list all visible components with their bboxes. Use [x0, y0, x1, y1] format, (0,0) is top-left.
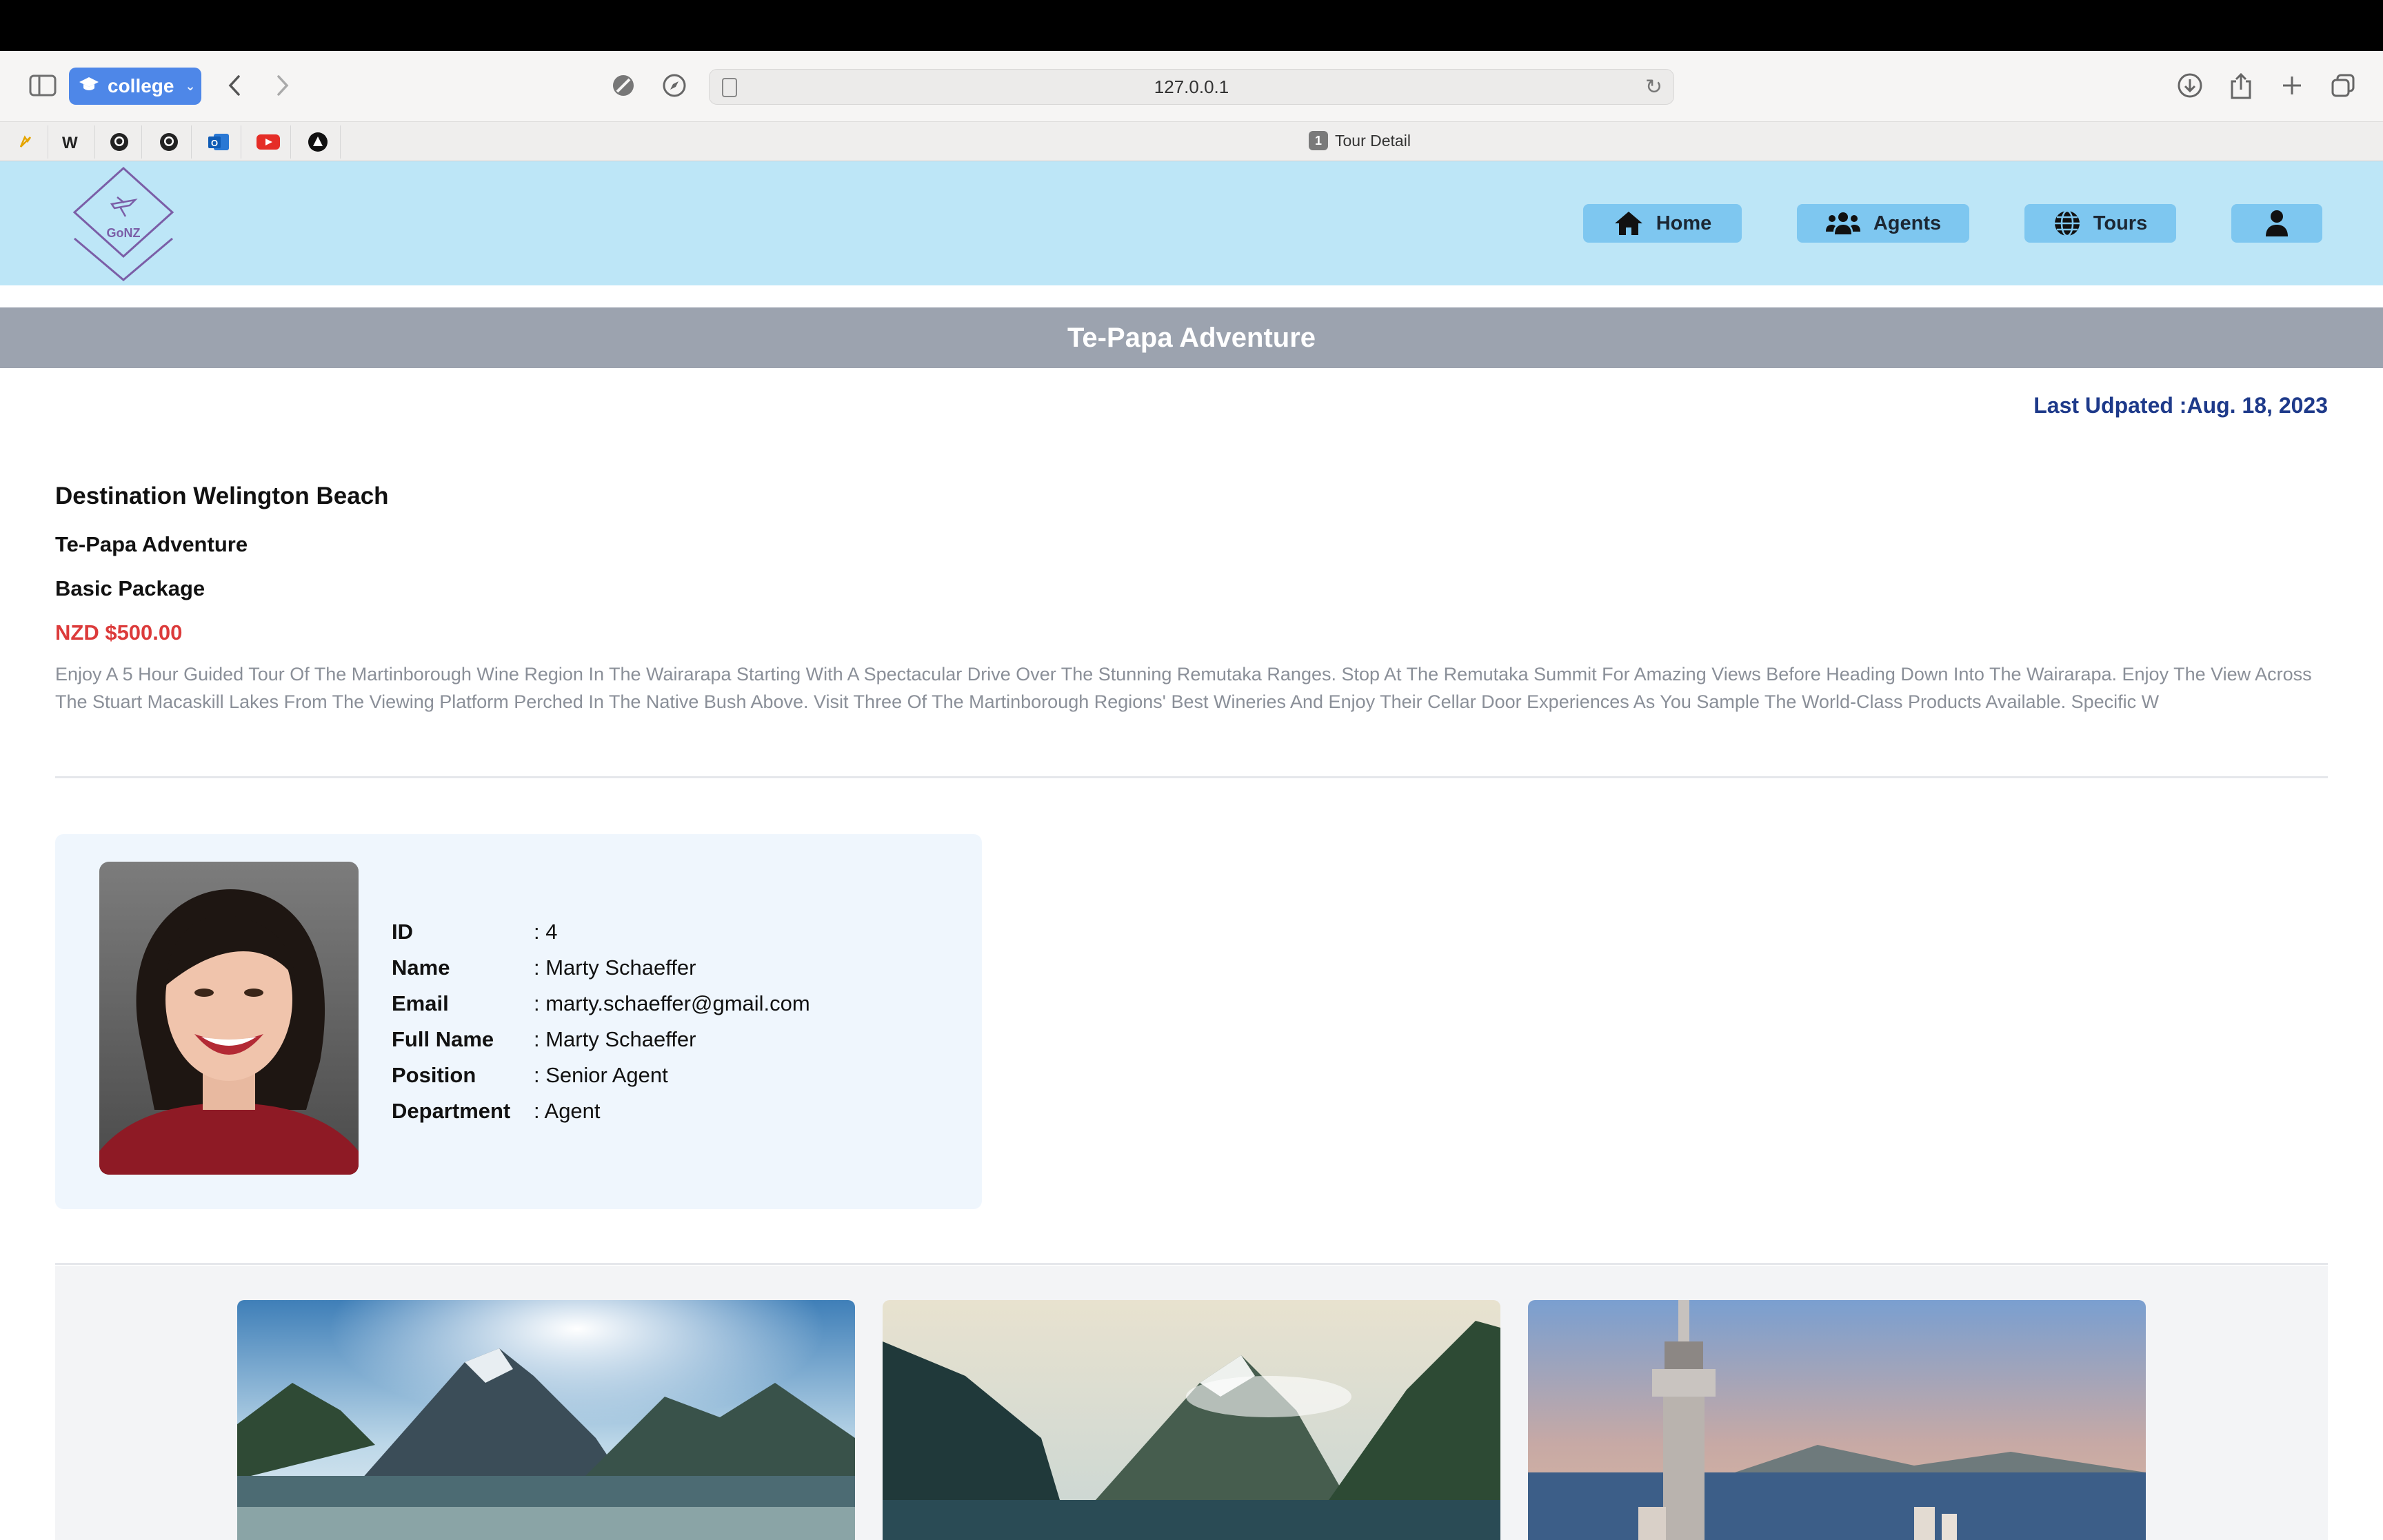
- logo-text: GoNZ: [107, 226, 141, 240]
- agent-label: Department: [392, 1099, 511, 1123]
- nav-home-button[interactable]: Home: [1583, 204, 1742, 243]
- tab-strip: [0, 121, 2383, 161]
- user-icon: [2266, 210, 2288, 236]
- chevron-down-icon: ⌄: [185, 79, 196, 93]
- users-icon: [1825, 212, 1860, 234]
- agent-label: Position: [392, 1063, 476, 1087]
- favorite-app-icon[interactable]: [3, 125, 48, 159]
- agent-row-email: Email : marty.schaeffer@gmail.com: [392, 986, 810, 1022]
- destination-heading: Destination Welington Beach: [55, 483, 389, 509]
- forward-icon[interactable]: [269, 69, 296, 102]
- agent-value: : Agent: [534, 1099, 601, 1123]
- svg-text:W: W: [62, 134, 78, 151]
- agent-value: : 4: [534, 920, 558, 944]
- agent-label: Name: [392, 955, 450, 980]
- favorite-github-icon[interactable]: [97, 125, 142, 159]
- agent-value: : Marty Schaeffer: [534, 955, 696, 980]
- favorite-youtube-icon[interactable]: [245, 125, 291, 159]
- gallery-image[interactable]: [1528, 1300, 2146, 1540]
- address-bar[interactable]: 127.0.0.1 ↻: [709, 69, 1674, 105]
- nav-agents-button[interactable]: Agents: [1797, 204, 1969, 243]
- tab-overview-icon[interactable]: [2328, 70, 2358, 101]
- agent-value: : Senior Agent: [534, 1063, 668, 1087]
- nav-tours-button[interactable]: Tours: [2024, 204, 2176, 243]
- page-title: Te-Papa Adventure: [1067, 322, 1316, 353]
- page-icon: [722, 78, 737, 97]
- favorite-outlook-icon[interactable]: O: [196, 125, 241, 159]
- back-icon[interactable]: [221, 69, 248, 102]
- tour-name: Te-Papa Adventure: [55, 532, 248, 556]
- favorite-triangle-icon[interactable]: [295, 125, 341, 159]
- new-tab-icon[interactable]: [2277, 70, 2307, 101]
- url-text: 127.0.0.1: [1154, 76, 1229, 97]
- agent-row-name: Name : Marty Schaeffer: [392, 950, 810, 986]
- reload-icon[interactable]: ↻: [1645, 75, 1662, 99]
- download-icon[interactable]: [2175, 70, 2205, 101]
- agent-value: : marty.schaeffer@gmail.com: [534, 991, 810, 1015]
- agent-label: Full Name: [392, 1027, 494, 1051]
- nav-tours-label: Tours: [2093, 212, 2148, 234]
- nav-home-label: Home: [1656, 212, 1712, 234]
- share-icon[interactable]: [2226, 69, 2256, 102]
- profile-label: college: [108, 75, 174, 97]
- agent-row-id: ID : 4: [392, 914, 810, 950]
- graduation-cap-icon: [79, 75, 99, 97]
- agent-label: ID: [392, 920, 413, 944]
- agent-label: Email: [392, 991, 449, 1015]
- sidebar-toggle-icon[interactable]: [28, 70, 58, 101]
- site-logo[interactable]: GoNZ: [72, 164, 175, 281]
- tab-count-badge: 1: [1309, 131, 1328, 150]
- favorite-github-icon[interactable]: [146, 125, 192, 159]
- compass-icon[interactable]: [661, 72, 688, 99]
- agent-row-position: Position : Senior Agent: [392, 1057, 810, 1093]
- tour-description: Enjoy A 5 Hour Guided Tour Of The Martin…: [55, 664, 2312, 712]
- nav-agents-label: Agents: [1873, 212, 1942, 234]
- gallery-image[interactable]: [883, 1300, 1500, 1540]
- agent-row-full-name: Full Name : Marty Schaeffer: [392, 1022, 810, 1057]
- agent-details: ID : 4 Name : Marty Schaeffer Email : ma…: [392, 914, 810, 1129]
- privacy-icon[interactable]: [610, 72, 637, 99]
- favorite-w-icon[interactable]: W: [50, 125, 95, 159]
- page-title-bar: Te-Papa Adventure: [0, 307, 2383, 368]
- menu-bar: [0, 0, 2383, 51]
- tab-tour-detail[interactable]: 1 Tour Detail: [1309, 131, 1411, 150]
- globe-icon: [2054, 210, 2080, 237]
- agent-row-department: Department : Agent: [392, 1093, 810, 1129]
- home-icon: [1614, 212, 1642, 235]
- agent-photo: [99, 862, 359, 1175]
- divider: [55, 1263, 2328, 1265]
- gallery-image[interactable]: [237, 1300, 855, 1540]
- last-updated-text: Last Udpated :Aug. 18, 2023: [2033, 393, 2328, 418]
- tab-title: Tour Detail: [1335, 131, 1411, 150]
- svg-text:O: O: [211, 138, 218, 148]
- profile-button[interactable]: college ⌄: [69, 68, 201, 105]
- tour-price: NZD $500.00: [55, 620, 183, 645]
- nav-profile-button[interactable]: [2231, 204, 2322, 243]
- agent-value: : Marty Schaeffer: [534, 1027, 696, 1051]
- divider: [55, 776, 2328, 778]
- package-name: Basic Package: [55, 576, 205, 600]
